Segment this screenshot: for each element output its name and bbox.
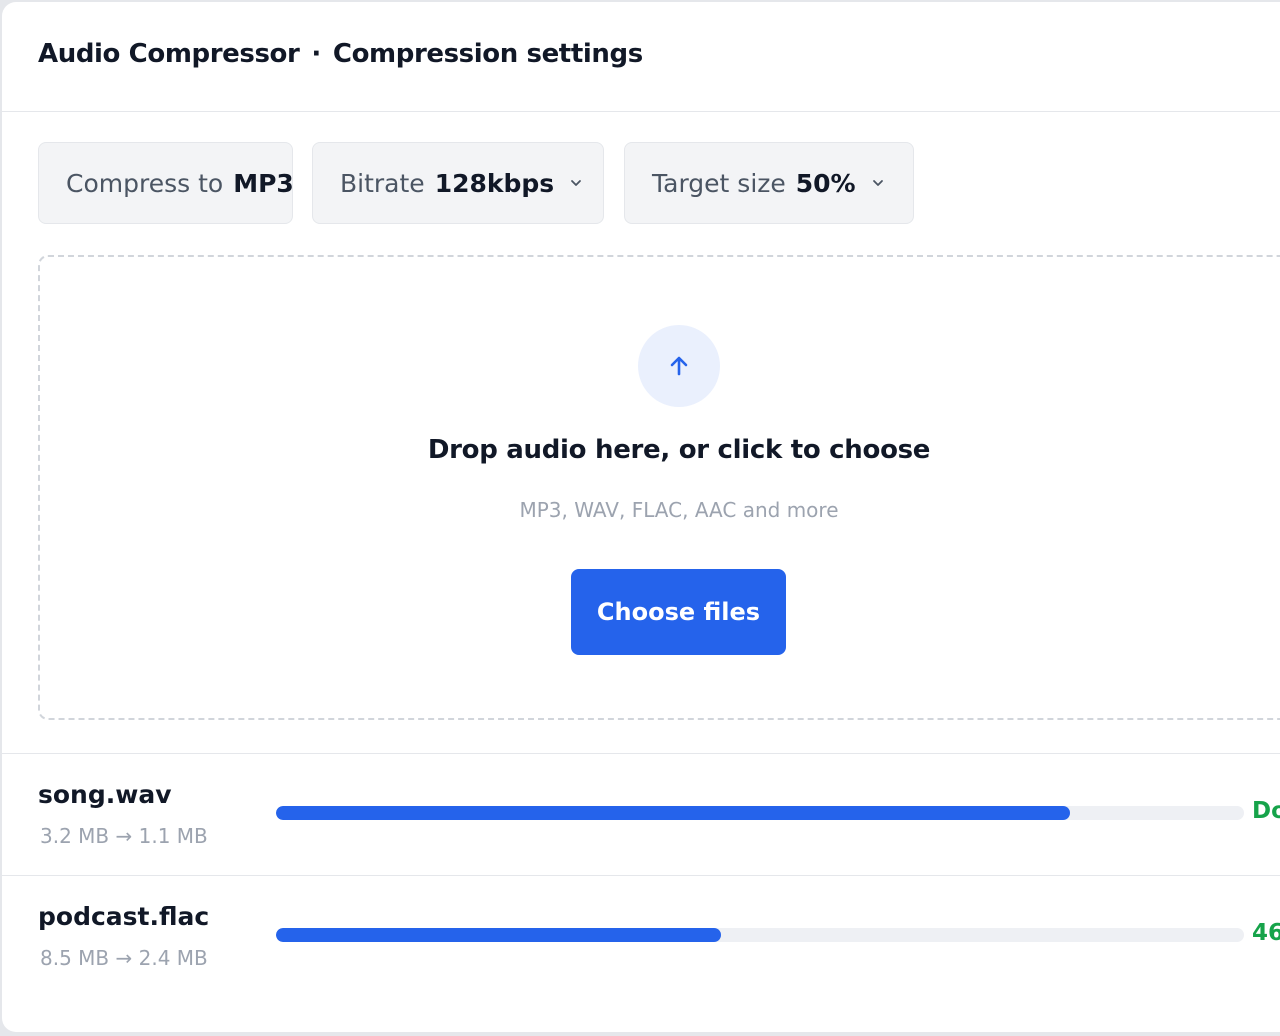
chevron-down-icon xyxy=(571,180,582,186)
status-label: Done xyxy=(1252,798,1280,824)
audio-dropzone[interactable]: Drop audio here, or click to choose MP3,… xyxy=(38,255,1280,720)
target-size-label: Target size xyxy=(652,168,786,198)
target-size-select[interactable]: Target size 50% xyxy=(624,142,914,224)
progress-fill xyxy=(276,806,1070,820)
card-header: Audio Compressor · Compression settings xyxy=(2,2,1280,112)
upload-icon-badge xyxy=(638,325,720,407)
page-title: Audio Compressor · Compression settings xyxy=(38,39,643,69)
progress-track xyxy=(276,806,1244,820)
file-size: 8.5 MB → 2.4 MB xyxy=(40,946,208,970)
compress-format-select[interactable]: Compress to MP3 xyxy=(38,142,293,224)
dropzone-subtitle: MP3, WAV, FLAC, AAC and more xyxy=(519,498,839,522)
file-name: podcast.flac xyxy=(38,902,210,931)
bitrate-value: 128kbps xyxy=(434,168,555,198)
compress-format-value: MP3 xyxy=(233,168,293,198)
choose-files-button[interactable]: Choose files xyxy=(571,569,786,655)
file-name: song.wav xyxy=(38,780,172,809)
app-title: Audio Compressor xyxy=(38,39,300,69)
compress-format-label: Compress to xyxy=(66,168,224,198)
upload-arrow-icon xyxy=(670,356,688,376)
progress-fill xyxy=(276,928,722,942)
section-title: Compression settings xyxy=(332,39,643,69)
target-size-value: 50% xyxy=(795,168,856,198)
compressor-card: Audio Compressor · Compression settings Co… xyxy=(2,2,1280,1032)
file-row: song.wav 3.2 MB → 1.1 MB Done xyxy=(2,754,1280,874)
dropzone-title: Drop audio here, or click to choose xyxy=(427,435,931,465)
file-row: podcast.flac 8.5 MB → 2.4 MB 46% xyxy=(2,876,1280,996)
bitrate-select[interactable]: Bitrate 128kbps xyxy=(312,142,604,224)
bitrate-label: Bitrate xyxy=(340,168,425,198)
status-label: 46% xyxy=(1252,920,1280,946)
progress-track xyxy=(276,928,1244,942)
file-size: 3.2 MB → 1.1 MB xyxy=(40,824,208,848)
chevron-down-icon xyxy=(872,180,883,186)
title-separator: · xyxy=(311,39,321,69)
